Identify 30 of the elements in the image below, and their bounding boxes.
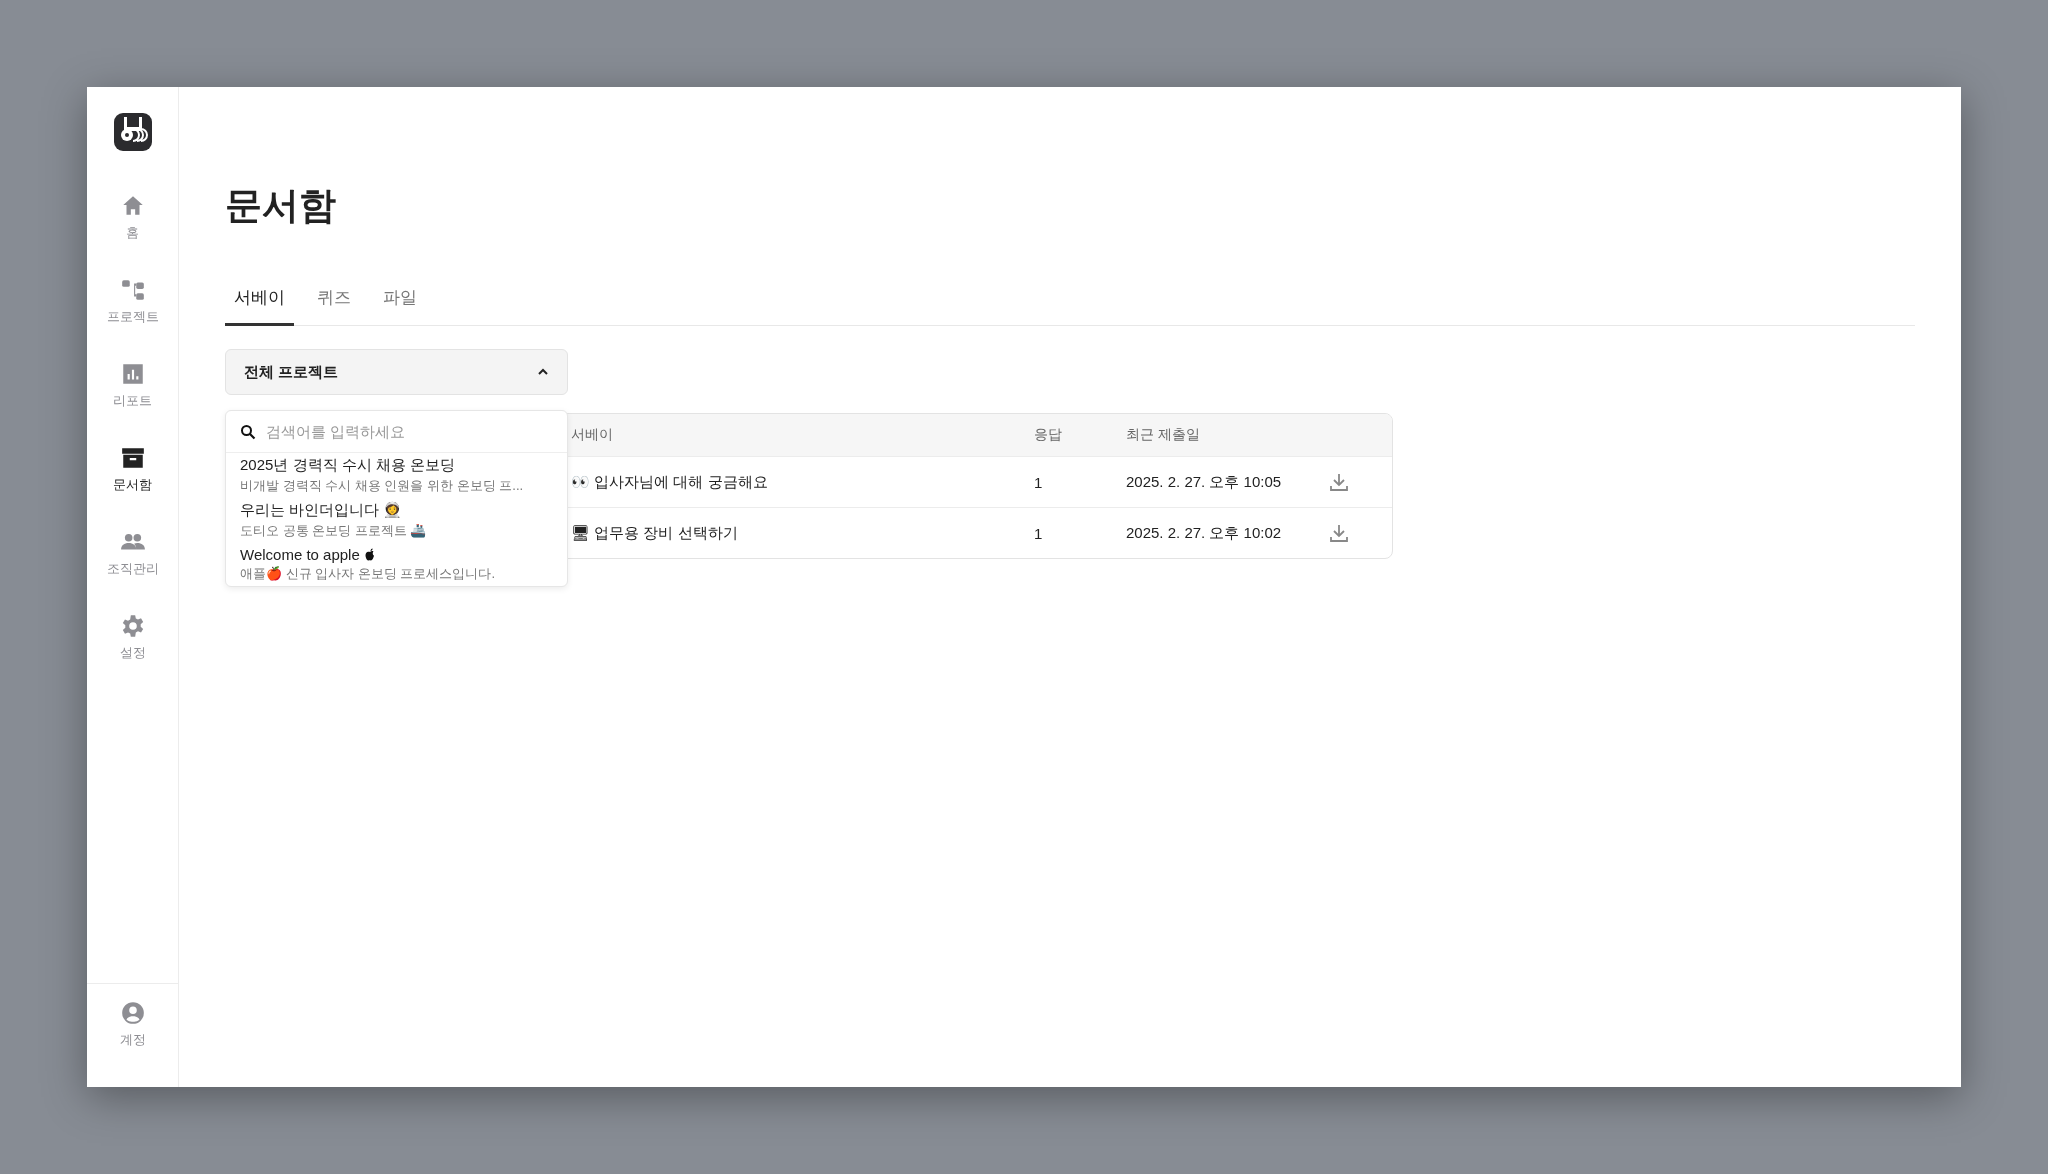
table-cell-text: 1 xyxy=(1033,524,1044,542)
sidebar-item[interactable]: 문서함 xyxy=(113,445,152,494)
sidebar-item[interactable]: 설정 xyxy=(119,613,146,662)
flowchart-icon xyxy=(119,277,146,303)
app-logo[interactable] xyxy=(113,113,152,151)
tab[interactable]: 퀴즈 xyxy=(308,276,360,326)
apple-icon xyxy=(363,547,376,562)
account-button[interactable]: 계정 xyxy=(119,1000,146,1087)
column-header: 최근 제출일 xyxy=(1125,426,1201,444)
table-cell-text: 🖥 업무용 장비 선택하기 xyxy=(570,523,739,543)
dropdown-option[interactable]: 2025년 경력직 수시 채용 온보딩 비개발 경력직 수시 채용 인원을 위한 온보딩 프... xyxy=(226,453,567,498)
table-cell-text: 👀 입사자님에 대해 궁금해요 xyxy=(570,472,769,492)
column-header: 서베이 xyxy=(570,426,614,444)
sidebar-item[interactable]: 조직관리 xyxy=(106,529,159,578)
sidebar-item[interactable]: 리포트 xyxy=(113,361,152,410)
project-dropdown[interactable]: 전체 프로젝트 xyxy=(225,349,568,395)
tab[interactable]: 서베이 xyxy=(225,276,294,326)
sidebar-item[interactable]: 홈 xyxy=(119,193,146,242)
sidebar-item[interactable]: 프로젝트 xyxy=(106,277,159,326)
table-cell-text: 1 xyxy=(1033,473,1044,491)
table-cell-text: 2025. 2. 27. 오후 10:02 xyxy=(1125,523,1283,543)
archive-box-icon xyxy=(119,445,146,471)
search-icon xyxy=(240,423,256,440)
tab[interactable]: 파일 xyxy=(374,276,426,326)
page-title: 문서함 xyxy=(225,187,336,224)
table-cell-text: 2025. 2. 27. 오후 10:05 xyxy=(1125,472,1283,492)
dropdown-option[interactable]: 우리는 바인더입니다 👩‍🚀 도티오 공통 온보딩 프로젝트 🚢 xyxy=(226,498,567,543)
search-field[interactable]: 검색어를 입력하세요 xyxy=(264,422,553,441)
dropdown-option[interactable]: Welcome to apple 애플🍎 신규 입사자 온보딩 프로세스입니다. xyxy=(226,543,567,586)
column-header: 응답 xyxy=(1033,426,1063,444)
